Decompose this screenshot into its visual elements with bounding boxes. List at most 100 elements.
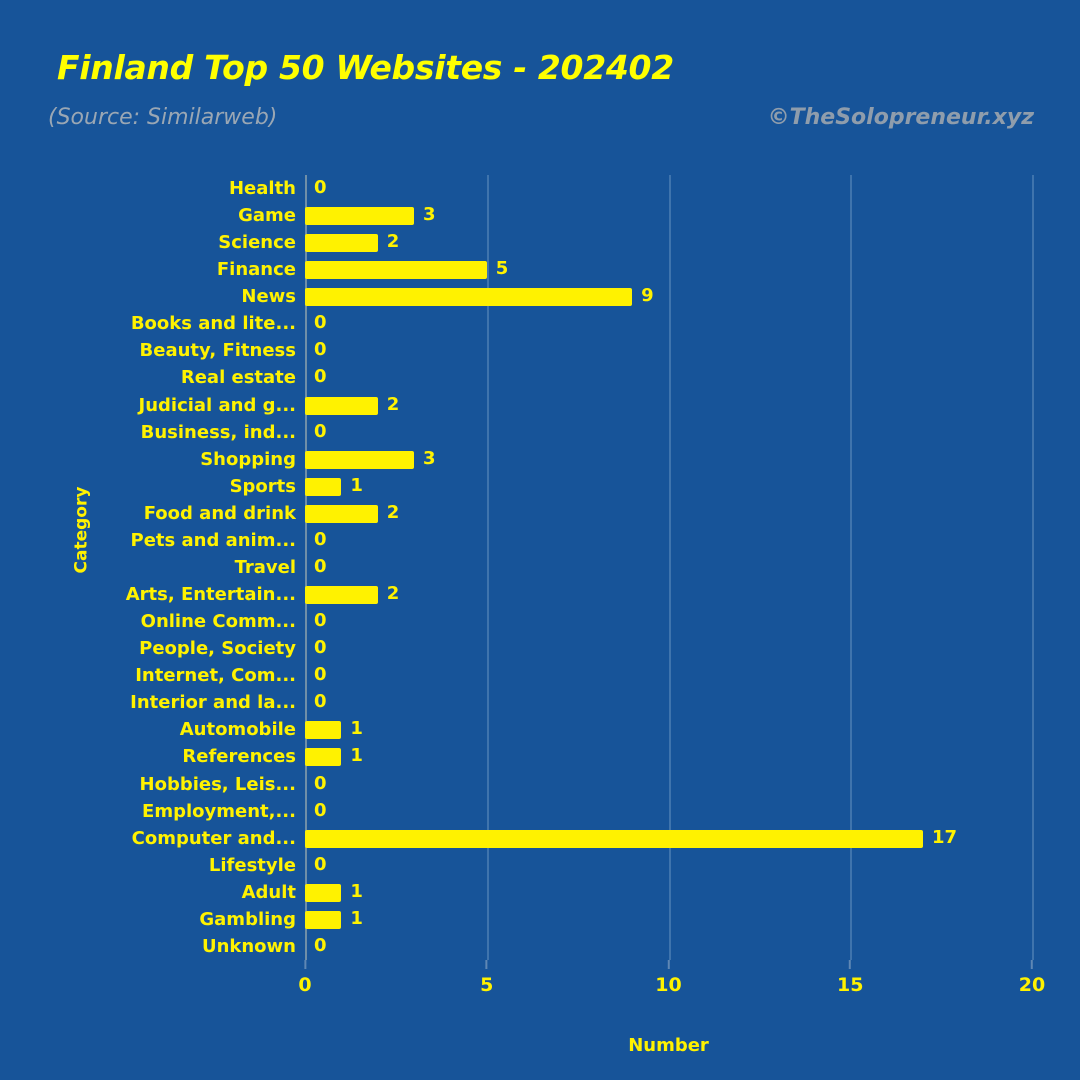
bar-row[interactable]: 0 — [305, 364, 1032, 392]
bar-row[interactable]: 17 — [305, 825, 1032, 853]
y-axis-label-row: Pets and anim... — [0, 527, 297, 555]
x-axis-tick-label: 10 — [655, 974, 682, 996]
bar-row[interactable]: 2 — [305, 392, 1032, 420]
category-label: Arts, Entertain... — [125, 585, 296, 606]
category-label: Books and lite... — [130, 314, 296, 335]
bar-value-label: 0 — [314, 339, 327, 361]
x-axis-tick: 15 — [837, 960, 863, 996]
category-label: Science — [218, 233, 296, 254]
x-axis-tick-label: 0 — [298, 974, 312, 996]
y-axis-label-row: Game — [0, 202, 296, 230]
category-label: Shopping — [200, 449, 296, 470]
bar[interactable] — [305, 883, 342, 902]
bar-row[interactable]: 0 — [305, 175, 1032, 203]
bar[interactable] — [305, 748, 342, 767]
category-label: Travel — [234, 557, 296, 578]
bar-value-label: 0 — [314, 312, 327, 334]
category-label: Adult — [241, 882, 296, 903]
y-axis-label-row: Food and drink — [0, 500, 296, 528]
category-label: News — [241, 287, 296, 308]
bar-row[interactable]: 1 — [305, 879, 1032, 907]
x-axis-tick: 20 — [1019, 960, 1045, 996]
bar-row[interactable]: 0 — [305, 771, 1032, 799]
bar-value-label: 2 — [386, 231, 400, 253]
category-label: Internet, Com... — [135, 666, 296, 687]
watermark: ©TheSolopreneur.xyz — [767, 105, 1034, 130]
bar-row[interactable]: 3 — [305, 446, 1032, 474]
bar-row[interactable]: 1 — [305, 743, 1032, 771]
y-axis-label-row: Gambling — [0, 906, 296, 934]
bar-value-label: 1 — [350, 907, 363, 929]
x-axis-tick: 0 — [298, 960, 312, 996]
bar-value-label: 2 — [386, 501, 400, 523]
gridline — [1032, 175, 1034, 960]
bar[interactable] — [305, 288, 633, 307]
y-axis-label-row: Lifestyle — [0, 852, 296, 880]
category-label: Interior and la... — [130, 693, 296, 714]
x-axis-tick-label: 5 — [480, 974, 494, 996]
bar-row[interactable]: 0 — [305, 527, 1032, 555]
bar-row[interactable]: 1 — [305, 906, 1032, 934]
category-label: Computer and... — [131, 828, 296, 849]
bar-row[interactable]: 0 — [305, 852, 1032, 880]
bar[interactable] — [305, 910, 342, 929]
y-axis-label-row: Science — [0, 229, 296, 257]
category-label: Gambling — [199, 909, 296, 930]
bar-row[interactable]: 2 — [305, 500, 1032, 528]
bar-row[interactable]: 0 — [305, 554, 1032, 582]
bar-row[interactable]: 0 — [305, 608, 1032, 636]
bar[interactable] — [305, 504, 378, 523]
chart-container: Finland Top 50 Websites - 202402 (Source… — [0, 0, 1080, 1080]
bar[interactable] — [305, 829, 923, 848]
bar[interactable] — [305, 721, 342, 740]
bar-row[interactable]: 3 — [305, 202, 1032, 230]
bar[interactable] — [305, 450, 415, 469]
bar-row[interactable]: 9 — [305, 283, 1032, 311]
bar-row[interactable]: 1 — [305, 716, 1032, 744]
category-label: Online Comm... — [140, 612, 296, 633]
bar-row[interactable]: 2 — [305, 581, 1032, 609]
bar-value-label: 0 — [314, 366, 327, 388]
bar-value-label: 0 — [314, 934, 327, 956]
category-label: Unknown — [201, 936, 296, 957]
y-axis-label-row: Sports — [0, 473, 296, 501]
category-label: Food and drink — [143, 503, 296, 524]
bar[interactable] — [305, 477, 342, 496]
y-axis-label-row: References — [0, 743, 296, 771]
bar-row[interactable]: 0 — [305, 310, 1032, 338]
category-label: Game — [238, 206, 296, 227]
y-axis-label-row: Travel — [0, 554, 296, 582]
bar-value-label: 1 — [350, 745, 363, 767]
category-label: Lifestyle — [208, 855, 296, 876]
bar-value-label: 0 — [314, 637, 327, 659]
bar-row[interactable]: 0 — [305, 798, 1032, 826]
y-axis-label-row: Hobbies, Leis... — [0, 771, 296, 799]
y-axis-label-row: Unknown — [0, 933, 296, 961]
bar-value-label: 3 — [423, 447, 436, 469]
y-axis-label-row: Health — [0, 175, 296, 203]
bar-row[interactable]: 0 — [305, 933, 1032, 961]
y-axis-label-row: Arts, Entertain... — [0, 581, 296, 609]
bar-row[interactable]: 0 — [305, 337, 1032, 365]
bar-value-label: 0 — [314, 610, 327, 632]
bar[interactable] — [305, 586, 378, 605]
bar-row[interactable]: 1 — [305, 473, 1032, 501]
bar[interactable] — [305, 261, 487, 280]
bar-row[interactable]: 0 — [305, 689, 1032, 717]
bar-value-label: 0 — [314, 853, 327, 875]
bar-value-label: 0 — [314, 420, 327, 442]
bar-row[interactable]: 5 — [305, 256, 1032, 284]
y-axis-label-row: Automobile — [0, 716, 296, 744]
bar-row[interactable]: 0 — [305, 419, 1032, 447]
bar[interactable] — [305, 396, 378, 415]
category-label: Finance — [216, 260, 296, 281]
bar-value-label: 0 — [314, 664, 327, 686]
bar-row[interactable]: 0 — [305, 662, 1032, 690]
bar-row[interactable]: 2 — [305, 229, 1032, 257]
x-axis-tick-label: 15 — [837, 974, 864, 996]
category-label: Hobbies, Leis... — [139, 774, 296, 795]
bar-row[interactable]: 0 — [305, 635, 1032, 663]
category-label: Employment,... — [142, 801, 296, 822]
bar[interactable] — [305, 207, 415, 226]
bar[interactable] — [305, 234, 378, 253]
